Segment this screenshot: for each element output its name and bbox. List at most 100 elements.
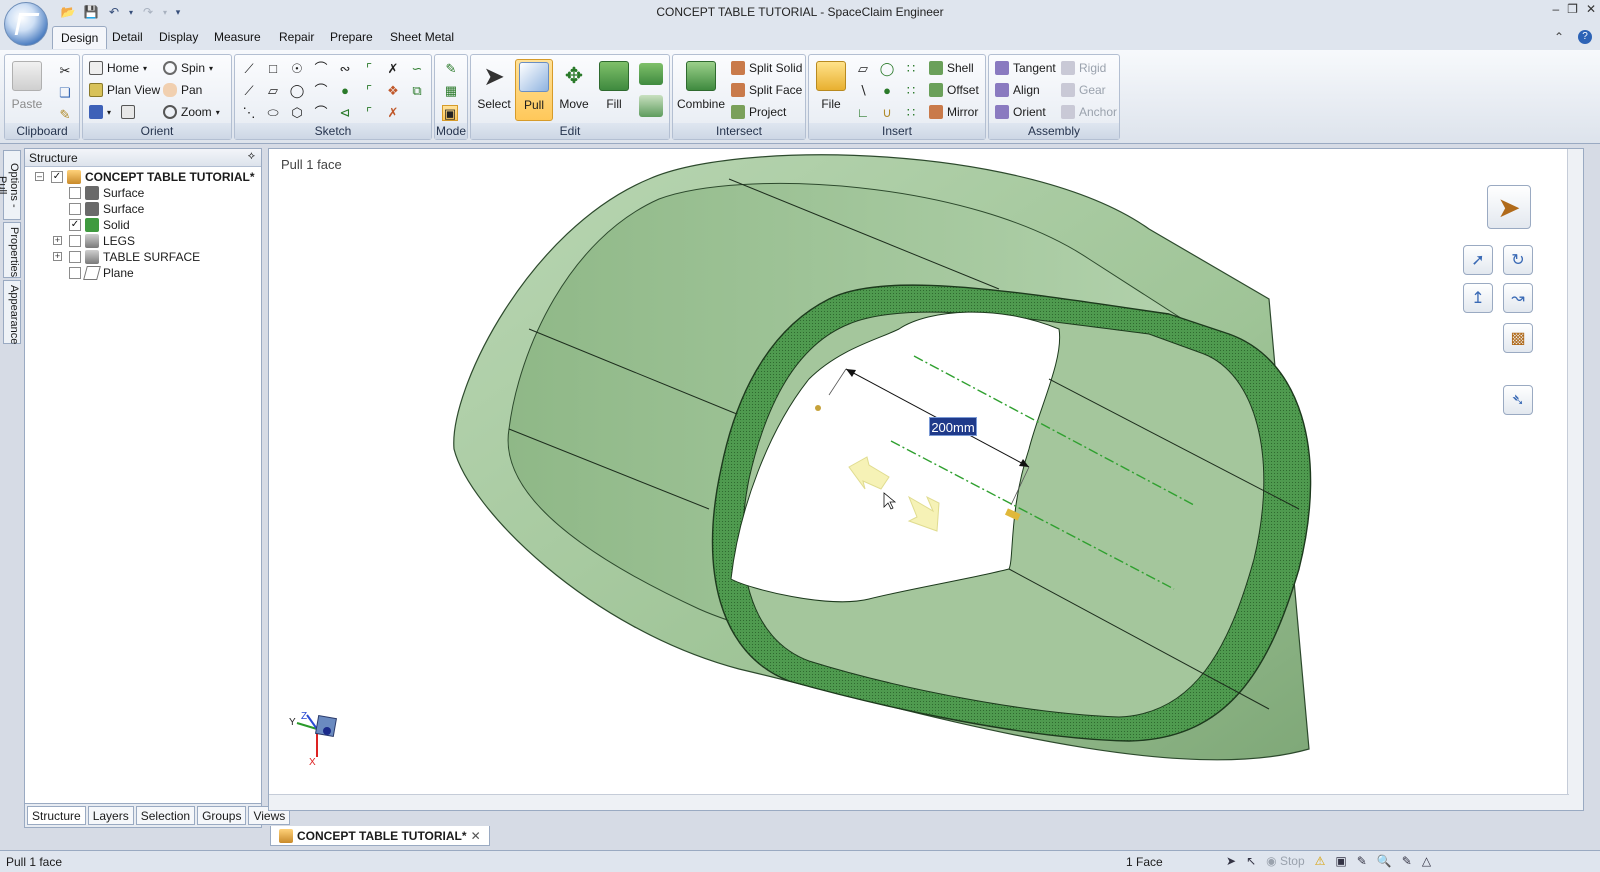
three-point-circle-icon[interactable]: ◯ bbox=[289, 83, 305, 99]
item-checkbox[interactable] bbox=[69, 267, 81, 279]
minimize-icon[interactable]: – bbox=[1552, 2, 1559, 16]
format-painter-icon[interactable]: ✎ bbox=[57, 107, 73, 123]
select-button[interactable]: ➤ Select bbox=[475, 59, 513, 121]
tree-item[interactable]: + LEGS bbox=[25, 233, 261, 249]
up-to-guide-tool[interactable]: ➴ bbox=[1503, 385, 1533, 415]
fillet-curve-icon[interactable]: ⌜ bbox=[361, 105, 377, 121]
paste-button[interactable]: Paste bbox=[9, 59, 45, 121]
tree-item[interactable]: + TABLE SURFACE bbox=[25, 249, 261, 265]
spin-button[interactable]: Spin ▾ bbox=[163, 61, 213, 75]
copy-curve-icon[interactable]: ⧉ bbox=[409, 83, 425, 99]
item-checkbox[interactable] bbox=[69, 235, 81, 247]
shell-button[interactable]: Shell bbox=[929, 61, 974, 75]
point-icon[interactable]: ● bbox=[337, 83, 353, 99]
tree-item[interactable]: Surface bbox=[25, 185, 261, 201]
tab-repair[interactable]: Repair bbox=[279, 30, 314, 44]
zoom-status-icon[interactable]: 🔍 bbox=[1377, 854, 1392, 868]
dimension-input[interactable]: 200mm bbox=[929, 417, 977, 436]
collapse-icon[interactable]: – bbox=[35, 172, 44, 181]
cylinder-icon[interactable]: ◯ bbox=[879, 61, 895, 77]
bend-icon[interactable]: ⊲ bbox=[337, 105, 353, 121]
help-icon[interactable]: ? bbox=[1578, 30, 1592, 44]
tab-options-pull[interactable]: Options - Pull bbox=[0, 150, 21, 220]
tab-detail[interactable]: Detail bbox=[112, 30, 143, 44]
plane-insert-icon[interactable]: ▱ bbox=[855, 61, 871, 77]
split-line-icon[interactable]: ✗ bbox=[385, 105, 401, 121]
maximize-icon[interactable]: ❐ bbox=[1567, 2, 1578, 16]
close-icon[interactable]: ✕ bbox=[1586, 2, 1596, 16]
split-face-button[interactable]: Split Face bbox=[731, 83, 802, 97]
sphere-icon[interactable]: ● bbox=[879, 83, 895, 99]
tab-structure[interactable]: Structure bbox=[27, 806, 86, 825]
tab-design[interactable]: Design bbox=[52, 26, 108, 49]
tree-item[interactable]: ✓ Solid bbox=[25, 217, 261, 233]
select-guide-tool[interactable]: ➤ bbox=[1487, 185, 1531, 229]
rectangle-tool-icon[interactable]: □ bbox=[265, 61, 281, 77]
document-tab[interactable]: CONCEPT TABLE TUTORIAL* ✕ bbox=[270, 826, 490, 846]
circle-tool-icon[interactable]: ☉ bbox=[289, 61, 305, 77]
tab-groups[interactable]: Groups bbox=[197, 806, 247, 825]
tree-item[interactable]: Surface bbox=[25, 201, 261, 217]
minimize-ribbon-icon[interactable]: ⌃ bbox=[1554, 30, 1564, 44]
tab-sheet-metal[interactable]: Sheet Metal bbox=[390, 30, 454, 44]
trim-icon[interactable]: ⌜ bbox=[361, 61, 377, 77]
3d-mode-icon[interactable]: ▣ bbox=[442, 105, 458, 121]
tab-layers[interactable]: Layers bbox=[87, 806, 134, 825]
3d-viewport[interactable]: Pull 1 face 200mm Y Z X ➤ ➚ ↻ ↥ ↝ ▩ ➴ bbox=[268, 148, 1584, 811]
vertical-scrollbar[interactable] bbox=[1567, 149, 1583, 810]
sketch-mode-icon[interactable]: ✎ bbox=[443, 61, 459, 77]
move-button[interactable]: ✥ Move bbox=[555, 59, 593, 121]
item-checkbox[interactable]: ✓ bbox=[69, 219, 81, 231]
select-mode-icon[interactable]: ↖ bbox=[1246, 854, 1256, 868]
rigid-button[interactable]: Rigid bbox=[1061, 61, 1106, 75]
pull-button[interactable]: Pull bbox=[515, 59, 553, 121]
tab-prepare[interactable]: Prepare bbox=[330, 30, 373, 44]
offset-button[interactable]: Offset bbox=[929, 83, 979, 97]
stop-button[interactable]: ◉ Stop bbox=[1266, 854, 1305, 868]
file-button[interactable]: File bbox=[813, 59, 849, 121]
sweep-guide-tool[interactable]: ↥ bbox=[1463, 283, 1493, 313]
copy-icon[interactable]: ❏ bbox=[57, 85, 73, 101]
combine-button[interactable]: Combine bbox=[677, 59, 725, 121]
snap-icon[interactable]: ✎ bbox=[1357, 854, 1367, 868]
tangent-button[interactable]: Tangent bbox=[995, 61, 1056, 75]
blend-guide-tool[interactable]: ▩ bbox=[1503, 323, 1533, 353]
ellipse-tool-icon[interactable]: ⬭ bbox=[265, 105, 281, 121]
sweep-arc-icon[interactable]: ∾ bbox=[337, 61, 353, 77]
plan-view-button[interactable]: Plan View bbox=[89, 83, 160, 97]
pin-icon[interactable]: ⟡ bbox=[248, 150, 255, 163]
mirror-button[interactable]: Mirror bbox=[929, 105, 978, 119]
root-checkbox[interactable]: ✓ bbox=[51, 171, 63, 183]
tree-root[interactable]: – ✓ CONCEPT TABLE TUTORIAL* bbox=[25, 169, 261, 185]
revolve-guide-tool[interactable]: ↻ bbox=[1503, 245, 1533, 275]
selection-filter-icon[interactable]: ➤ bbox=[1226, 854, 1236, 868]
replace-icon[interactable] bbox=[639, 95, 663, 117]
arc-tool-icon[interactable]: ⌒ bbox=[313, 61, 329, 77]
display-style-icon[interactable]: ▣ bbox=[1335, 854, 1346, 868]
orient-assembly-button[interactable]: Orient bbox=[995, 105, 1046, 119]
offset-curve-icon[interactable]: ⌜ bbox=[361, 83, 377, 99]
circular-pattern-icon[interactable]: ∷ bbox=[903, 105, 919, 121]
application-menu-button[interactable] bbox=[4, 2, 48, 46]
origin-icon[interactable]: ∟ bbox=[855, 105, 871, 121]
tab-display[interactable]: Display bbox=[159, 30, 198, 44]
pattern-icon[interactable]: ∷ bbox=[903, 61, 919, 77]
pan-button[interactable]: Pan bbox=[163, 83, 202, 97]
tangent-line-icon[interactable]: ⋱ bbox=[241, 105, 257, 121]
line-tool-icon[interactable]: ⟋ bbox=[241, 61, 257, 77]
close-tab-icon[interactable]: ✕ bbox=[471, 829, 481, 843]
tab-selection[interactable]: Selection bbox=[135, 806, 196, 825]
tab-appearance[interactable]: Appearance bbox=[3, 280, 21, 344]
horizontal-scrollbar[interactable] bbox=[269, 794, 1569, 810]
construction-line-icon[interactable]: ⟋ bbox=[241, 83, 257, 99]
tab-measure[interactable]: Measure bbox=[214, 30, 261, 44]
axis-icon[interactable]: ∖ bbox=[855, 83, 871, 99]
spline-tool-icon[interactable]: ∽ bbox=[409, 61, 425, 77]
blend-icon[interactable] bbox=[639, 63, 663, 85]
item-checkbox[interactable] bbox=[69, 203, 81, 215]
draft-guide-tool[interactable]: ↝ bbox=[1503, 283, 1533, 313]
measure-status-icon[interactable]: △ bbox=[1422, 854, 1431, 868]
three-point-arc-icon[interactable]: ⌒ bbox=[313, 105, 329, 121]
project-button[interactable]: Project bbox=[731, 105, 786, 119]
fill-button[interactable]: Fill bbox=[595, 59, 633, 121]
